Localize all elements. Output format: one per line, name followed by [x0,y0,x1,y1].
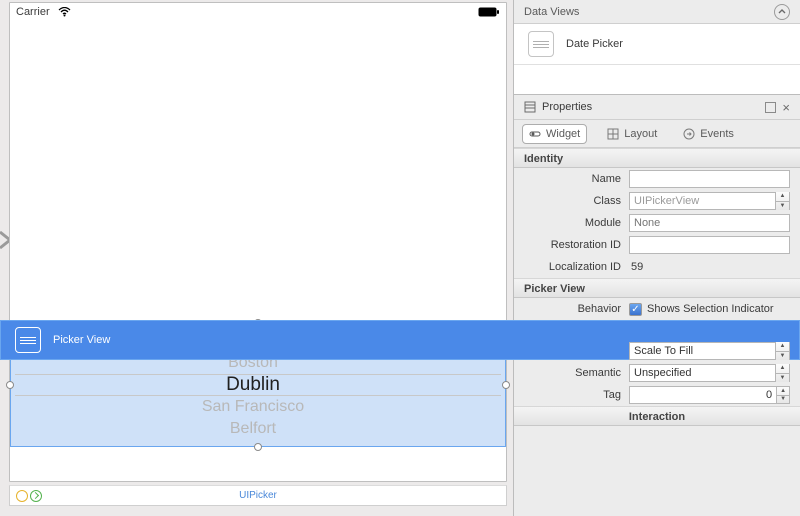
stepper-icon[interactable]: ▲▼ [775,342,789,360]
field-name: Name [514,168,800,190]
class-select[interactable]: UIPickerView ▲▼ [629,192,790,210]
design-canvas[interactable]: Carrier Cambridge Boston Dublin San Fran [0,0,513,516]
section-interaction: Interaction [514,406,800,426]
stepper-icon[interactable]: ▲▼ [775,364,789,382]
picker-row-selected[interactable]: Dublin [226,374,290,396]
selection-indicator-top [15,374,501,375]
properties-title: Properties [542,101,592,113]
widget-icon [529,128,541,140]
scene-title: UIPicker [239,490,277,501]
class-value: UIPickerView [634,195,699,207]
restoration-id-input[interactable] [629,236,790,254]
module-label: Module [514,217,629,229]
name-label: Name [514,173,629,185]
data-view-date-picker[interactable]: Date Picker [514,24,800,64]
date-picker-icon [528,31,554,57]
data-view-label: Picker View [53,334,110,346]
semantic-value: Unspecified [634,367,691,379]
shows-selection-checkbox[interactable]: ✓ [629,303,642,316]
field-module: Module [514,212,800,234]
semantic-select[interactable]: Unspecified ▲▼ [629,364,790,382]
module-input[interactable] [629,214,790,232]
close-button[interactable]: × [782,100,790,115]
shows-selection-label: Shows Selection Indicator [647,303,774,315]
semantic-label: Semantic [514,367,629,379]
tab-layout[interactable]: Layout [601,124,663,144]
scene-label-bar[interactable]: UIPicker [9,485,507,506]
field-restoration-id: Restoration ID [514,234,800,256]
collapse-button[interactable] [774,4,790,20]
picker-row[interactable]: San Francisco [202,396,314,418]
stepper-icon[interactable]: ▲▼ [775,192,789,210]
tab-label: Events [700,128,734,140]
name-input[interactable] [629,170,790,188]
tag-stepper[interactable]: ▲▼ [777,386,790,404]
wifi-icon [58,7,71,17]
data-view-label: Date Picker [566,38,623,50]
layout-icon [607,128,619,140]
detach-button[interactable] [765,102,776,113]
warning-icon[interactable] [16,490,28,502]
tab-label: Layout [624,128,657,140]
picker-row[interactable]: Belfort [230,418,286,440]
properties-icon [524,101,536,113]
tab-label: Widget [546,128,580,140]
field-class: Class UIPickerView ▲▼ [514,190,800,212]
section-picker-view: Picker View [514,278,800,298]
data-views-title: Data Views [524,6,579,18]
device-frame[interactable]: Carrier Cambridge Boston Dublin San Fran [9,2,507,482]
tag-input[interactable] [629,386,777,404]
field-localization-id: Localization ID 59 [514,256,800,278]
properties-header: Properties × [514,94,800,120]
field-semantic: Semantic Unspecified ▲▼ [514,362,800,384]
tab-widget[interactable]: Widget [522,124,587,144]
tab-events[interactable]: Events [677,124,740,144]
tag-label: Tag [514,389,629,401]
restoration-id-label: Restoration ID [514,239,629,251]
content-mode-select[interactable]: Scale To Fill ▲▼ [629,342,790,360]
entry-point-icon[interactable] [30,490,42,502]
picker-view-icon [15,327,41,353]
data-views-empty [514,64,800,94]
inspector-panel: Data Views Date Picker Picker View Prope… [513,0,800,516]
localization-id-label: Localization ID [514,261,629,273]
selection-indicator-bottom [15,395,501,396]
field-tag: Tag ▲▼ [514,384,800,406]
localization-id-value: 59 [629,261,643,273]
battery-icon [478,7,500,17]
status-bar: Carrier [10,3,506,21]
data-views-list: Date Picker Picker View [514,24,800,94]
section-identity: Identity [514,148,800,168]
field-behavior: Behavior ✓ Shows Selection Indicator [514,298,800,320]
data-views-header: Data Views [514,0,800,24]
properties-tabs: Widget Layout Events [514,120,800,148]
behavior-label: Behavior [514,303,629,315]
carrier-label: Carrier [16,6,50,18]
content-mode-value: Scale To Fill [634,345,693,357]
class-label: Class [514,195,629,207]
events-icon [683,128,695,140]
